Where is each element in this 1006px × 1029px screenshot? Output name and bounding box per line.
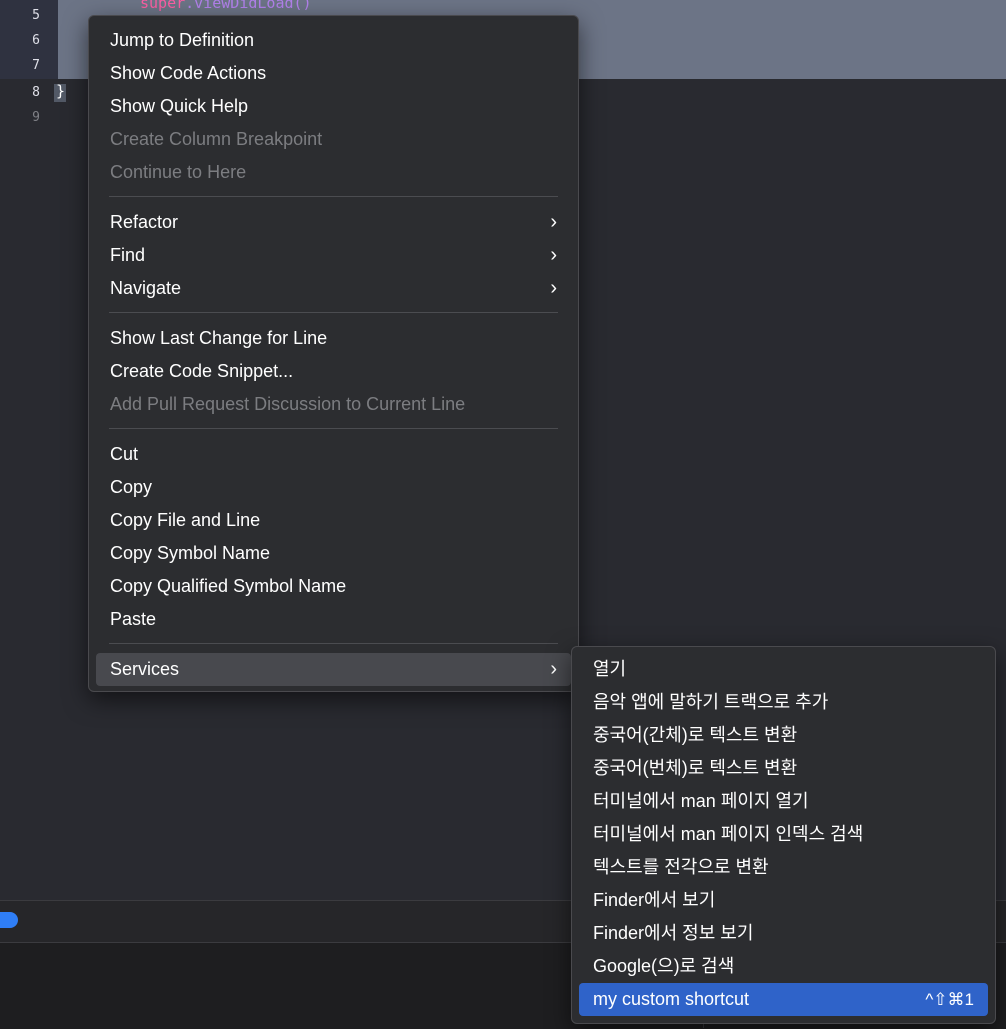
line-number-gutter xyxy=(0,0,58,900)
menu-item-navigate[interactable]: Navigate › xyxy=(96,272,571,305)
menu-item-create-code-snippet[interactable]: Create Code Snippet... xyxy=(96,355,571,388)
submenu-chevron-icon: › xyxy=(550,277,557,299)
code-line-8-brace: } xyxy=(56,82,66,100)
editor-context-menu: Jump to Definition Show Code Actions Sho… xyxy=(88,15,579,692)
menu-item-show-code-actions[interactable]: Show Code Actions xyxy=(96,57,571,90)
submenu-chevron-icon: › xyxy=(550,211,557,233)
line-number-6: 6 xyxy=(32,33,40,48)
submenu-chevron-icon: › xyxy=(550,658,557,680)
services-item-show-info-in-finder[interactable]: Finder에서 정보 보기 xyxy=(579,917,988,950)
code-keyword-super: super xyxy=(140,0,186,12)
menu-item-add-pr-discussion: Add Pull Request Discussion to Current L… xyxy=(110,394,466,414)
menu-item-paste[interactable]: Paste xyxy=(96,603,571,636)
menu-item-copy-symbol-name[interactable]: Copy Symbol Name xyxy=(96,537,571,570)
menu-item-find[interactable]: Find › xyxy=(96,239,571,272)
services-item-open[interactable]: 열기 xyxy=(579,653,988,686)
menu-separator xyxy=(109,643,558,644)
menu-separator xyxy=(109,312,558,313)
line-number-9: 9 xyxy=(32,110,40,125)
menu-separator xyxy=(109,196,558,197)
submenu-chevron-icon: › xyxy=(550,244,557,266)
menu-item-continue-to-here: Continue to Here xyxy=(110,162,247,182)
services-item-convert-simplified-chinese[interactable]: 중국어(간체)로 텍스트 변환 xyxy=(579,719,988,752)
menu-item-label: Find xyxy=(110,245,146,265)
line-number-8: 8 xyxy=(32,85,40,100)
menu-item-copy-file-and-line[interactable]: Copy File and Line xyxy=(96,504,571,537)
services-item-convert-traditional-chinese[interactable]: 중국어(번체)로 텍스트 변환 xyxy=(579,752,988,785)
menu-item-label: my custom shortcut xyxy=(593,989,750,1009)
code-call-viewdidload: .viewDidLoad() xyxy=(185,0,312,12)
menu-item-label: Navigate xyxy=(110,278,182,298)
menu-item-show-quick-help[interactable]: Show Quick Help xyxy=(96,90,571,123)
menu-item-show-last-change[interactable]: Show Last Change for Line xyxy=(96,322,571,355)
menu-item-label: Services xyxy=(110,659,180,679)
activity-indicator xyxy=(0,912,18,928)
menu-separator xyxy=(109,428,558,429)
menu-item-cut[interactable]: Cut xyxy=(96,438,571,471)
line-number-5: 5 xyxy=(32,8,40,23)
line-number-7: 7 xyxy=(32,58,40,73)
menu-item-jump-to-definition[interactable]: Jump to Definition xyxy=(96,24,571,57)
menu-item-create-column-breakpoint: Create Column Breakpoint xyxy=(110,129,323,149)
keyboard-shortcut: ^⇧⌘1 xyxy=(925,990,974,1009)
menu-item-services[interactable]: Services › xyxy=(96,653,571,686)
services-item-show-in-finder[interactable]: Finder에서 보기 xyxy=(579,884,988,917)
menu-item-copy[interactable]: Copy xyxy=(96,471,571,504)
services-item-convert-fullwidth[interactable]: 텍스트를 전각으로 변환 xyxy=(579,851,988,884)
services-item-search-google[interactable]: Google(으)로 검색 xyxy=(579,950,988,983)
services-submenu: 열기 음악 앱에 말하기 트랙으로 추가 중국어(간체)로 텍스트 변환 중국어… xyxy=(571,646,996,1024)
services-item-my-custom-shortcut[interactable]: my custom shortcut ^⇧⌘1 xyxy=(579,983,988,1016)
services-item-add-to-music-spoken-track[interactable]: 음악 앱에 말하기 트랙으로 추가 xyxy=(579,686,988,719)
services-item-search-man-index[interactable]: 터미널에서 man 페이지 인덱스 검색 xyxy=(579,818,988,851)
menu-item-copy-qualified-symbol-name[interactable]: Copy Qualified Symbol Name xyxy=(96,570,571,603)
menu-item-label: Refactor xyxy=(110,212,179,232)
menu-item-refactor[interactable]: Refactor › xyxy=(96,206,571,239)
code-line-5: super.viewDidLoad() xyxy=(140,0,380,14)
services-item-open-man-page[interactable]: 터미널에서 man 페이지 열기 xyxy=(579,785,988,818)
